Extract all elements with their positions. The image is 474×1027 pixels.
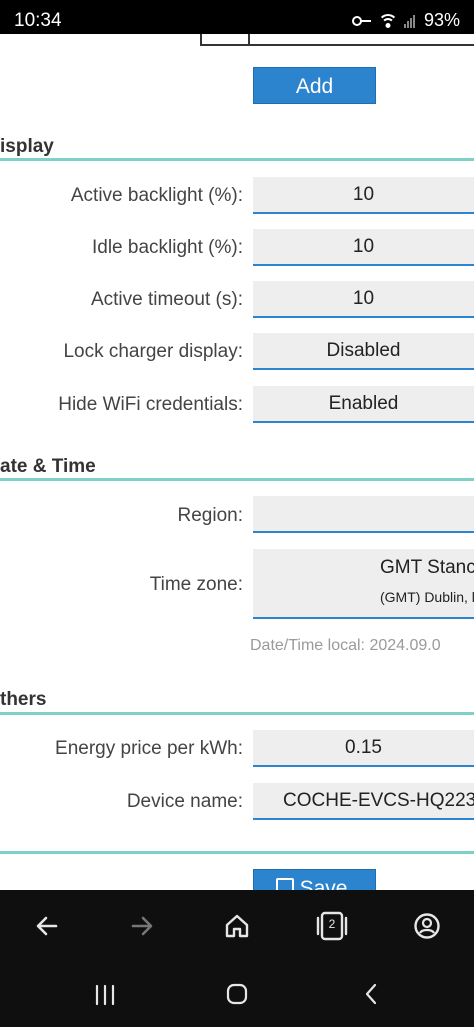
device-name-label: Device name: xyxy=(126,791,243,812)
section-title-datetime: ate & Time xyxy=(0,456,96,477)
region-label: Region: xyxy=(177,505,244,526)
wifi-icon xyxy=(377,13,398,28)
lock-display-label: Lock charger display: xyxy=(63,341,243,362)
idle-backlight-label: Idle backlight (%): xyxy=(91,237,243,258)
timezone-subtext: (GMT) Dublin, l xyxy=(380,589,474,605)
lock-display-select[interactable]: Disabled xyxy=(253,333,474,370)
active-backlight-label: Active backlight (%): xyxy=(70,185,243,206)
top-field-left[interactable] xyxy=(200,34,250,46)
status-icons: 93% xyxy=(351,10,460,31)
device-name-input[interactable]: COCHE-EVCS-HQ223 xyxy=(253,783,474,820)
section-title-others: thers xyxy=(0,689,47,710)
section-divider xyxy=(0,851,474,854)
local-datetime-note: Date/Time local: 2024.09.0 xyxy=(250,637,441,654)
add-button[interactable]: Add xyxy=(253,67,376,104)
account-button[interactable] xyxy=(407,906,447,946)
recent-apps-icon[interactable] xyxy=(94,984,116,1006)
active-timeout-input[interactable]: 10 xyxy=(253,281,474,318)
hide-wifi-select[interactable]: Enabled xyxy=(253,386,474,423)
section-title-display: isplay xyxy=(0,136,54,157)
battery-percent: 93% xyxy=(423,10,460,30)
energy-price-input[interactable]: 0.15 xyxy=(253,730,474,767)
section-divider xyxy=(0,478,474,481)
idle-backlight-input[interactable]: 10 xyxy=(253,229,474,266)
system-nav-bar xyxy=(0,962,474,1027)
back-nav-icon[interactable] xyxy=(360,982,384,1006)
signal-icon xyxy=(403,14,418,28)
settings-page: Add isplay Active backlight (%): 10 Idle… xyxy=(0,34,474,890)
status-bar: 10:34 93% xyxy=(0,0,474,34)
region-select[interactable] xyxy=(253,496,474,533)
energy-price-label: Energy price per kWh: xyxy=(55,738,243,759)
browser-toolbar: 2 xyxy=(0,890,474,962)
tab-count: 2 xyxy=(328,917,336,931)
home-icon xyxy=(225,914,249,938)
section-divider xyxy=(0,158,474,161)
back-button[interactable] xyxy=(27,906,67,946)
save-label: Save xyxy=(299,877,348,890)
tabs-button[interactable]: 2 xyxy=(312,906,352,946)
active-timeout-label: Active timeout (s): xyxy=(90,289,243,310)
timezone-select[interactable]: GMT Stanc (GMT) Dublin, l xyxy=(253,549,474,619)
forward-button[interactable] xyxy=(122,906,162,946)
top-field-right[interactable] xyxy=(250,34,474,46)
home-nav-icon[interactable] xyxy=(225,982,249,1006)
timezone-value: GMT Stanc xyxy=(380,557,474,578)
arrow-left-icon xyxy=(36,916,58,936)
user-icon xyxy=(414,913,440,939)
save-button[interactable]: Save xyxy=(253,869,376,890)
vpn-key-icon xyxy=(351,15,372,26)
home-button[interactable] xyxy=(217,906,257,946)
arrow-right-icon xyxy=(131,916,153,936)
active-backlight-input[interactable]: 10 xyxy=(253,177,474,214)
hide-wifi-label: Hide WiFi credentials: xyxy=(58,394,243,415)
status-time: 10:34 xyxy=(14,10,62,31)
save-icon xyxy=(276,878,294,890)
section-divider xyxy=(0,712,474,715)
timezone-label: Time zone: xyxy=(149,574,243,595)
